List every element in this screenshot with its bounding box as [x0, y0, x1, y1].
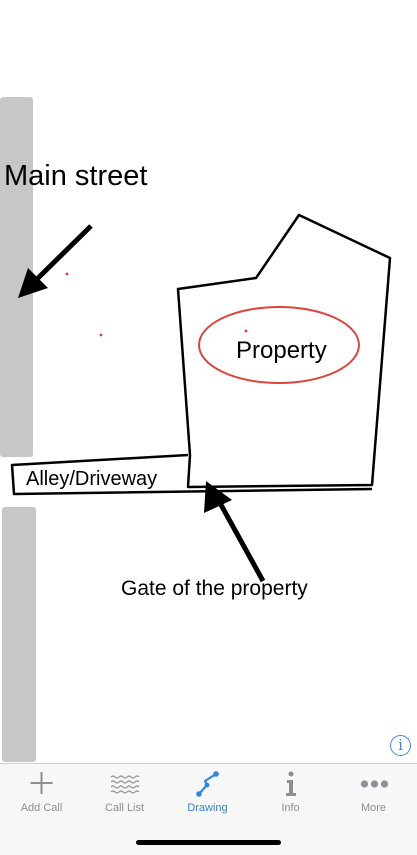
tab-call-list[interactable]: Call List — [83, 764, 166, 824]
home-indicator[interactable] — [136, 840, 281, 845]
main-street-label: Main street — [4, 160, 148, 192]
tab-add-call[interactable]: Add Call — [0, 764, 83, 824]
tab-label: Drawing — [187, 802, 228, 814]
more-dots-icon — [360, 780, 389, 788]
tab-label: More — [360, 802, 387, 814]
marker-dot — [65, 272, 69, 276]
drawing-icon — [196, 771, 219, 797]
marker-dot — [244, 329, 248, 333]
app-screen: Main street Property Alley/Driveway Gate… — [0, 0, 417, 855]
tab-label: Add Call — [20, 802, 63, 814]
tab-label: Call List — [104, 802, 145, 814]
marker-dot — [99, 333, 103, 337]
tab-label: Info — [281, 802, 300, 814]
gate-arrow-shaft — [217, 501, 266, 583]
tab-more[interactable]: More — [332, 764, 415, 824]
property-label: Property — [236, 337, 327, 364]
list-icon — [110, 775, 140, 794]
plus-icon — [30, 772, 53, 794]
alley-label: Alley/Driveway — [26, 468, 158, 490]
drawing-canvas[interactable] — [0, 0, 417, 760]
main-street-arrow-shaft — [32, 224, 93, 284]
info-icon — [286, 771, 296, 796]
info-circle-icon[interactable]: i — [390, 735, 411, 756]
tab-info[interactable]: Info — [249, 764, 332, 824]
tab-drawing[interactable]: Drawing — [166, 764, 249, 824]
gate-label: Gate of the property — [121, 577, 308, 600]
